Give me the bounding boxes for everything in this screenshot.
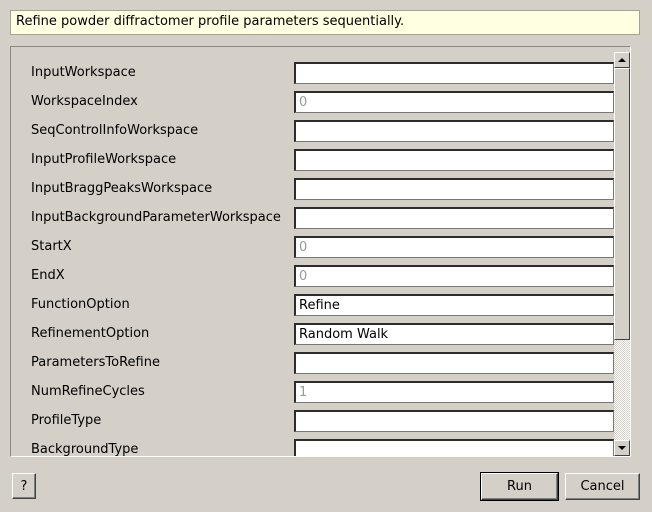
- property-label: EndX: [31, 268, 65, 283]
- property-input[interactable]: [294, 410, 614, 432]
- property-row: StartX 0: [20, 232, 614, 261]
- property-input[interactable]: [294, 178, 614, 200]
- property-label: StartX: [31, 239, 72, 254]
- property-input[interactable]: [294, 62, 614, 84]
- properties-scroll-area: InputWorkspace WorkspaceIndex 0 SeqContr…: [20, 52, 614, 456]
- scrollbar-thumb[interactable]: [614, 68, 630, 340]
- property-label: RefinementOption: [31, 326, 150, 341]
- property-input[interactable]: [294, 439, 614, 456]
- property-input[interactable]: 0: [294, 91, 614, 113]
- property-row: InputProfileWorkspace: [20, 145, 614, 174]
- property-label: ProfileType: [31, 413, 102, 428]
- property-row: EndX 0: [20, 261, 614, 290]
- property-label: FunctionOption: [31, 297, 130, 312]
- property-row: ProfileType: [20, 406, 614, 435]
- property-row: BackgroundType: [20, 435, 614, 456]
- property-label: WorkspaceIndex: [31, 94, 138, 109]
- property-input[interactable]: Refine: [294, 294, 614, 316]
- property-row: SeqControlInfoWorkspace: [20, 116, 614, 145]
- scroll-up-button[interactable]: [614, 52, 630, 68]
- property-label: NumRefineCycles: [31, 384, 145, 399]
- property-input[interactable]: [294, 207, 614, 229]
- property-input[interactable]: 0: [294, 236, 614, 258]
- algorithm-description: Refine powder diffractomer profile param…: [10, 10, 640, 35]
- help-button[interactable]: ?: [12, 473, 36, 499]
- property-row: FunctionOption Refine: [20, 290, 614, 319]
- property-input[interactable]: 1: [294, 381, 614, 403]
- property-input[interactable]: [294, 120, 614, 142]
- property-label: ParametersToRefine: [31, 355, 160, 370]
- property-row: InputBackgroundParameterWorkspace: [20, 203, 614, 232]
- property-row: InputWorkspace: [20, 58, 614, 87]
- cancel-button[interactable]: Cancel: [565, 473, 640, 500]
- property-input[interactable]: [294, 352, 614, 374]
- property-label: InputProfileWorkspace: [31, 152, 177, 167]
- property-label: InputBackgroundParameterWorkspace: [31, 210, 281, 225]
- vertical-scrollbar[interactable]: [614, 52, 630, 456]
- property-row: RefinementOption Random Walk: [20, 319, 614, 348]
- property-input[interactable]: 0: [294, 265, 614, 287]
- property-row: ParametersToRefine: [20, 348, 614, 377]
- property-label: BackgroundType: [31, 442, 139, 456]
- property-input[interactable]: Random Walk: [294, 323, 614, 345]
- property-row: NumRefineCycles 1: [20, 377, 614, 406]
- property-row: WorkspaceIndex 0: [20, 87, 614, 116]
- property-label: InputWorkspace: [31, 65, 136, 80]
- run-button[interactable]: Run: [480, 472, 559, 501]
- property-input[interactable]: [294, 149, 614, 171]
- arrow-down-icon: [618, 446, 626, 450]
- property-row: InputBraggPeaksWorkspace: [20, 174, 614, 203]
- property-label: InputBraggPeaksWorkspace: [31, 181, 213, 196]
- scroll-down-button[interactable]: [614, 440, 630, 456]
- arrow-up-icon: [618, 58, 626, 62]
- property-label: SeqControlInfoWorkspace: [31, 123, 199, 138]
